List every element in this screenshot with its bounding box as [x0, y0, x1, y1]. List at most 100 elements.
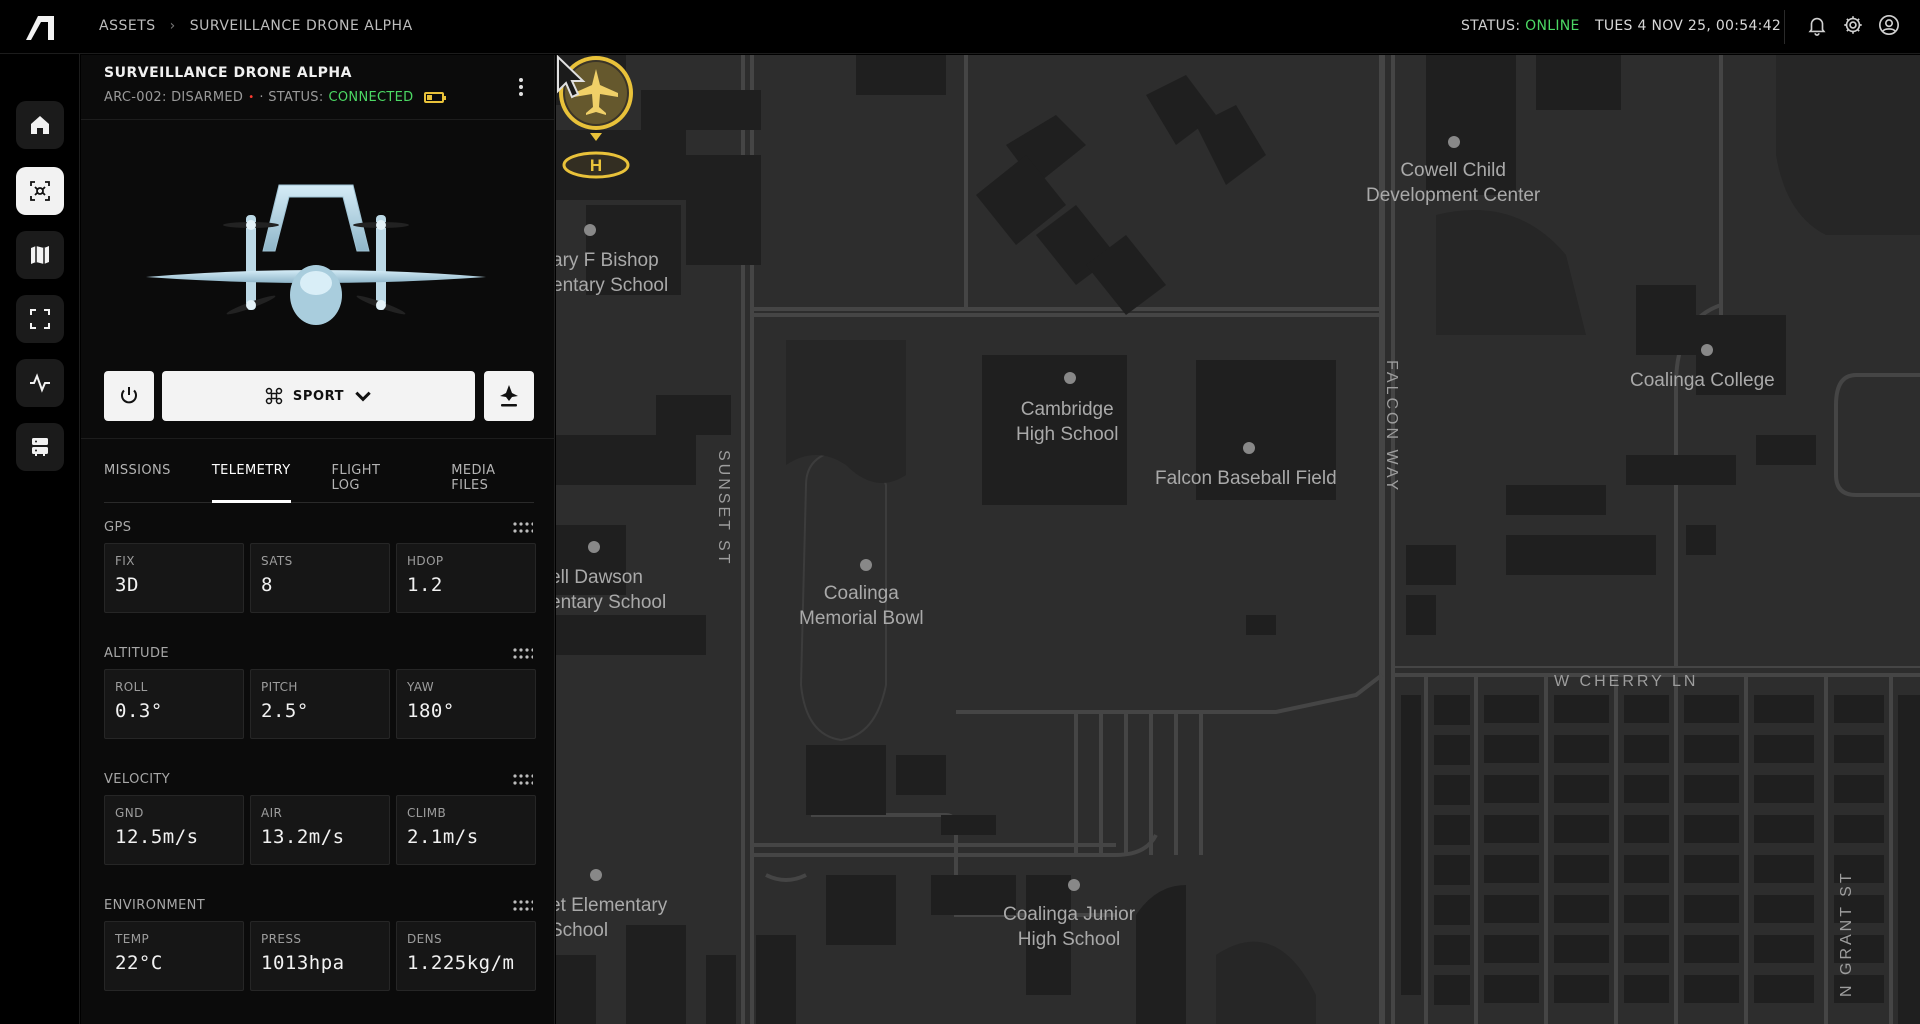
left-nav: [0, 54, 80, 1024]
tab-telemetry[interactable]: TELEMETRY: [211, 463, 291, 503]
panel-tabs: MISSIONS TELEMETRY FLIGHT LOG MEDIA FILE…: [104, 463, 534, 503]
section-title: ENVIRONMENT: [104, 898, 206, 913]
telemetry-card: ROLL 0.3°: [104, 669, 244, 739]
user-icon[interactable]: [1878, 14, 1900, 36]
section-title: ALTITUDE: [104, 646, 170, 661]
card-label: DENS: [407, 932, 443, 946]
drag-handle-icon[interactable]: [513, 522, 533, 534]
card-value: 13.2m/s: [261, 826, 345, 848]
topbar-icons: [1806, 14, 1900, 36]
card-label: CLIMB: [407, 806, 447, 820]
drag-handle-icon[interactable]: [513, 774, 533, 786]
map-canvas[interactable]: [556, 55, 1920, 1024]
more-options-icon[interactable]: [511, 75, 531, 99]
card-value: 1013hpa: [261, 952, 345, 974]
asset-meta: ARC-002: DISARMED • · STATUS: CONNECTED: [104, 90, 447, 105]
nav-drone-button[interactable]: [16, 167, 64, 215]
card-label: PITCH: [261, 680, 298, 694]
tab-missions[interactable]: MISSIONS: [104, 463, 171, 502]
server-icon: [32, 438, 48, 456]
card-value: 3D: [115, 574, 139, 596]
card-value: 22°C: [115, 952, 163, 974]
card-label: PRESS: [261, 932, 302, 946]
datetime-display: TUES 4 NOV 25, 00:54:42: [1595, 18, 1782, 34]
top-bar: ASSETS › SURVEILLANCE DRONE ALPHA STATUS…: [0, 0, 1920, 54]
asset-status-value: CONNECTED: [328, 90, 414, 105]
card-value: 1.2: [407, 574, 443, 596]
card-label: SATS: [261, 554, 293, 568]
power-button[interactable]: [104, 371, 154, 421]
drag-handle-icon[interactable]: [513, 900, 533, 912]
tab-media-files[interactable]: MEDIA FILES: [451, 463, 534, 502]
breadcrumb-assets[interactable]: ASSETS: [99, 18, 156, 34]
breadcrumb-separator-icon: ›: [169, 18, 176, 34]
chevron-down-icon: [355, 391, 371, 402]
telemetry-card: FIX 3D: [104, 543, 244, 613]
nav-map-button[interactable]: [16, 231, 64, 279]
activity-icon: [30, 373, 50, 393]
section-title: GPS: [104, 520, 132, 535]
system-status-value: ONLINE: [1525, 18, 1580, 34]
card-label: GND: [115, 806, 144, 820]
street-label-cherry: W CHERRY LN: [1554, 673, 1699, 690]
asset-header: SURVEILLANCE DRONE ALPHA ARC-002: DISARM…: [81, 55, 554, 120]
telemetry-card: TEMP 22°C: [104, 921, 244, 991]
topbar-divider: [1784, 10, 1785, 44]
card-value: 2.1m/s: [407, 826, 479, 848]
card-label: ROLL: [115, 680, 148, 694]
asset-status-label: · STATUS:: [259, 90, 324, 105]
telemetry-card: SATS 8: [250, 543, 390, 613]
nav-server-button[interactable]: [16, 423, 64, 471]
card-value: 8: [261, 574, 273, 596]
map-label-elementary: et Elementary School: [556, 895, 668, 941]
tab-flight-log[interactable]: FLIGHT LOG: [332, 463, 411, 502]
telemetry-card: YAW 180°: [396, 669, 536, 739]
map-label-falcon-field: Falcon Baseball Field: [1155, 468, 1337, 489]
map-view[interactable]: Cowell Child Development Center ary F Bis…: [556, 55, 1920, 1024]
asset-panel: SURVEILLANCE DRONE ALPHA ARC-002: DISARM…: [81, 55, 555, 1024]
map-icon: [31, 246, 49, 264]
card-value: 12.5m/s: [115, 826, 199, 848]
altitude-section: ALTITUDE ROLL 0.3° PITCH 2.5° YAW 180°: [104, 646, 536, 739]
asset-id-state: ARC-002: DISARMED: [104, 90, 244, 105]
map-label-cowell: Cowell Child Development Center: [1366, 160, 1541, 206]
telemetry-card: CLIMB 2.1m/s: [396, 795, 536, 865]
section-title: VELOCITY: [104, 772, 171, 787]
gear-icon[interactable]: [1842, 14, 1864, 36]
nav-fullscreen-button[interactable]: [16, 295, 64, 343]
landing-icon: [500, 385, 518, 407]
velocity-section: VELOCITY GND 12.5m/s AIR 13.2m/s CLIMB 2.1m…: [104, 772, 536, 865]
gps-section: GPS FIX 3D SATS 8 HDOP 1.2: [104, 520, 536, 613]
battery-icon: [424, 92, 447, 103]
telemetry-card: PRESS 1013hpa: [250, 921, 390, 991]
drag-handle-icon[interactable]: [513, 648, 533, 660]
drone-mode-icon: [265, 387, 283, 405]
power-icon: [121, 387, 137, 404]
map-label-memorial: Coalinga Memorial Bowl: [799, 583, 924, 629]
breadcrumb: ASSETS › SURVEILLANCE DRONE ALPHA: [99, 18, 413, 34]
app-logo-icon[interactable]: [22, 14, 58, 42]
nav-home-button[interactable]: [16, 101, 64, 149]
card-label: TEMP: [115, 932, 150, 946]
street-label-sunset: SUNSET ST: [715, 450, 732, 567]
divider: [81, 438, 555, 439]
telemetry-card: DENS 1.225kg/m: [396, 921, 536, 991]
environment-section: ENVIRONMENT TEMP 22°C PRESS 1013hpa DENS 1.…: [104, 898, 536, 991]
bell-icon[interactable]: [1806, 14, 1828, 36]
land-button[interactable]: [484, 371, 534, 421]
map-label-junior: Coalinga Junior High School: [1003, 904, 1136, 950]
card-label: YAW: [407, 680, 435, 694]
telemetry-card: AIR 13.2m/s: [250, 795, 390, 865]
drone-icon: [30, 181, 50, 201]
telemetry-card: HDOP 1.2: [396, 543, 536, 613]
map-label-cambridge: Cambridge High School: [1016, 399, 1119, 445]
map-label-dawson: ell Dawson entary School: [556, 567, 667, 613]
street-label-grant: N GRANT ST: [1838, 870, 1855, 997]
card-label: HDOP: [407, 554, 444, 568]
flight-mode-select[interactable]: SPORT: [162, 371, 475, 421]
asset-title: SURVEILLANCE DRONE ALPHA: [104, 65, 352, 81]
gps-cards: FIX 3D SATS 8 HDOP 1.2: [104, 543, 536, 613]
nav-activity-button[interactable]: [16, 359, 64, 407]
disarmed-dot: •: [248, 92, 255, 103]
street-label-falcon-way: FALCON WAY: [1383, 360, 1400, 494]
